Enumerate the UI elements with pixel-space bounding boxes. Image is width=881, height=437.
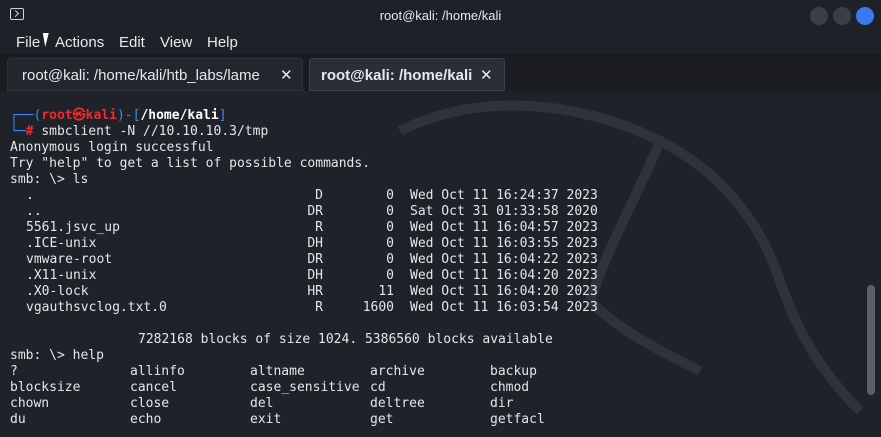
help-command: echo xyxy=(130,412,162,427)
listing-name: . xyxy=(26,188,34,203)
prompt-corner: └─ xyxy=(10,124,26,139)
minimize-button[interactable] xyxy=(810,7,828,25)
listing-size: 1600 xyxy=(362,300,394,315)
help-command: altname xyxy=(250,364,305,379)
prompt-path: /home/kali xyxy=(140,108,219,123)
help-command: ? xyxy=(10,364,18,379)
title-bar: root@kali: /home/kali xyxy=(0,0,881,32)
help-command: close xyxy=(130,396,170,411)
listing-attributes: HR xyxy=(307,284,323,299)
listing-name: .. xyxy=(26,204,42,219)
listing-attributes: D xyxy=(315,188,323,203)
tab-close-icon[interactable]: ✕ xyxy=(480,66,493,84)
listing-name: 5561.jsvc_up xyxy=(26,220,120,235)
listing-size: 0 xyxy=(386,220,394,235)
prompt-host: kali xyxy=(85,108,117,123)
help-command: chown xyxy=(10,396,50,411)
maximize-button[interactable] xyxy=(833,7,851,25)
terminal-window: root@kali: /home/kali File Actions Edit … xyxy=(0,0,881,437)
help-command: exit xyxy=(250,412,282,427)
tab-label: root@kali: /home/kali/htb_labs/lame xyxy=(22,67,260,84)
help-command: case_sensitive xyxy=(250,380,360,395)
listing-date: Wed Oct 11 16:04:57 2023 xyxy=(410,220,598,235)
help-command: getfacl xyxy=(490,412,545,427)
listing-date: Wed Oct 11 16:04:20 2023 xyxy=(410,284,598,299)
prompt-user: root xyxy=(41,108,73,123)
scrollbar[interactable] xyxy=(867,285,875,395)
help-command: chmod xyxy=(490,380,530,395)
prompt-at-symbol: ㉿ xyxy=(72,108,86,123)
listing-attributes: R xyxy=(315,300,323,315)
prompt-line-1: ┌──(root㉿kali)-[/home/kali] xyxy=(10,108,227,124)
tab-bar: root@kali: /home/kali/htb_labs/lame ✕ ro… xyxy=(0,54,881,91)
help-command: backup xyxy=(490,364,537,379)
listing-name: vmware-root xyxy=(26,252,113,267)
menu-file[interactable]: File xyxy=(16,34,40,51)
listing-date: Sat Oct 31 01:33:58 2020 xyxy=(410,204,598,219)
listing-date: Wed Oct 11 16:24:37 2023 xyxy=(410,188,598,203)
listing-attributes: R xyxy=(315,220,323,235)
listing-size: 0 xyxy=(386,188,394,203)
listing-date: Wed Oct 11 16:04:22 2023 xyxy=(410,252,598,267)
listing-date: Wed Oct 11 16:04:20 2023 xyxy=(410,268,598,283)
close-window-button[interactable] xyxy=(856,7,874,25)
help-command: cd xyxy=(370,380,386,395)
help-command: dir xyxy=(490,396,514,411)
help-command: deltree xyxy=(370,396,425,411)
command-text: smbclient -N //10.10.10.3/tmp xyxy=(41,124,269,139)
listing-size: 11 xyxy=(378,284,394,299)
menu-edit[interactable]: Edit xyxy=(119,34,145,51)
prompt-hash: # xyxy=(25,124,34,139)
listing-date: Wed Oct 11 16:03:55 2023 xyxy=(410,236,598,251)
help-command: du xyxy=(10,412,26,427)
help-command: get xyxy=(370,412,394,427)
listing-attributes: DR xyxy=(307,252,323,267)
listing-name: .X11-unix xyxy=(26,268,97,283)
listing-attributes: DH xyxy=(307,268,323,283)
output-line: smb: \> help xyxy=(10,348,104,363)
help-command: del xyxy=(250,396,274,411)
tab-home-kali[interactable]: root@kali: /home/kali ✕ xyxy=(309,58,505,91)
listing-date: Wed Oct 11 16:03:54 2023 xyxy=(410,300,598,315)
tab-close-icon[interactable]: ✕ xyxy=(280,66,293,84)
prompt-bracket: ┌──( xyxy=(10,108,42,123)
prompt-bracket-close: ] xyxy=(218,108,227,123)
listing-name: vgauthsvclog.txt.0 xyxy=(26,300,167,315)
blocks-summary: 7282168 blocks of size 1024. 5386560 blo… xyxy=(138,332,553,347)
prompt-line-2: └─# smbclient -N //10.10.10.3/tmp xyxy=(10,124,268,140)
output-line: smb: \> ls xyxy=(10,172,89,187)
listing-size: 0 xyxy=(386,236,394,251)
menu-actions[interactable]: Actions xyxy=(55,34,104,51)
window-title: root@kali: /home/kali xyxy=(379,8,502,23)
prompt-separator: )-[ xyxy=(116,108,141,123)
help-command: cancel xyxy=(130,380,177,395)
listing-size: 0 xyxy=(386,268,394,283)
help-command: blocksize xyxy=(10,380,81,395)
help-command: allinfo xyxy=(130,364,185,379)
listing-name: .X0-lock xyxy=(26,284,89,299)
listing-size: 0 xyxy=(386,252,394,267)
menu-bar: File Actions Edit View Help xyxy=(0,32,881,54)
mouse-cursor-icon xyxy=(42,33,58,47)
listing-size: 0 xyxy=(386,204,394,219)
menu-view[interactable]: View xyxy=(160,34,192,51)
help-command: archive xyxy=(370,364,425,379)
terminal-output[interactable]: ┌──(root㉿kali)-[/home/kali] └─# smbclien… xyxy=(0,91,881,437)
tab-label: root@kali: /home/kali xyxy=(321,67,473,84)
output-line: Anonymous login successful xyxy=(10,140,214,155)
menu-help[interactable]: Help xyxy=(207,34,238,51)
tab-htb-labs-lame[interactable]: root@kali: /home/kali/htb_labs/lame ✕ xyxy=(7,58,303,91)
listing-attributes: DR xyxy=(307,204,323,219)
listing-name: .ICE-unix xyxy=(26,236,97,251)
output-line: Try "help" to get a list of possible com… xyxy=(10,156,371,171)
listing-attributes: DH xyxy=(307,236,323,251)
